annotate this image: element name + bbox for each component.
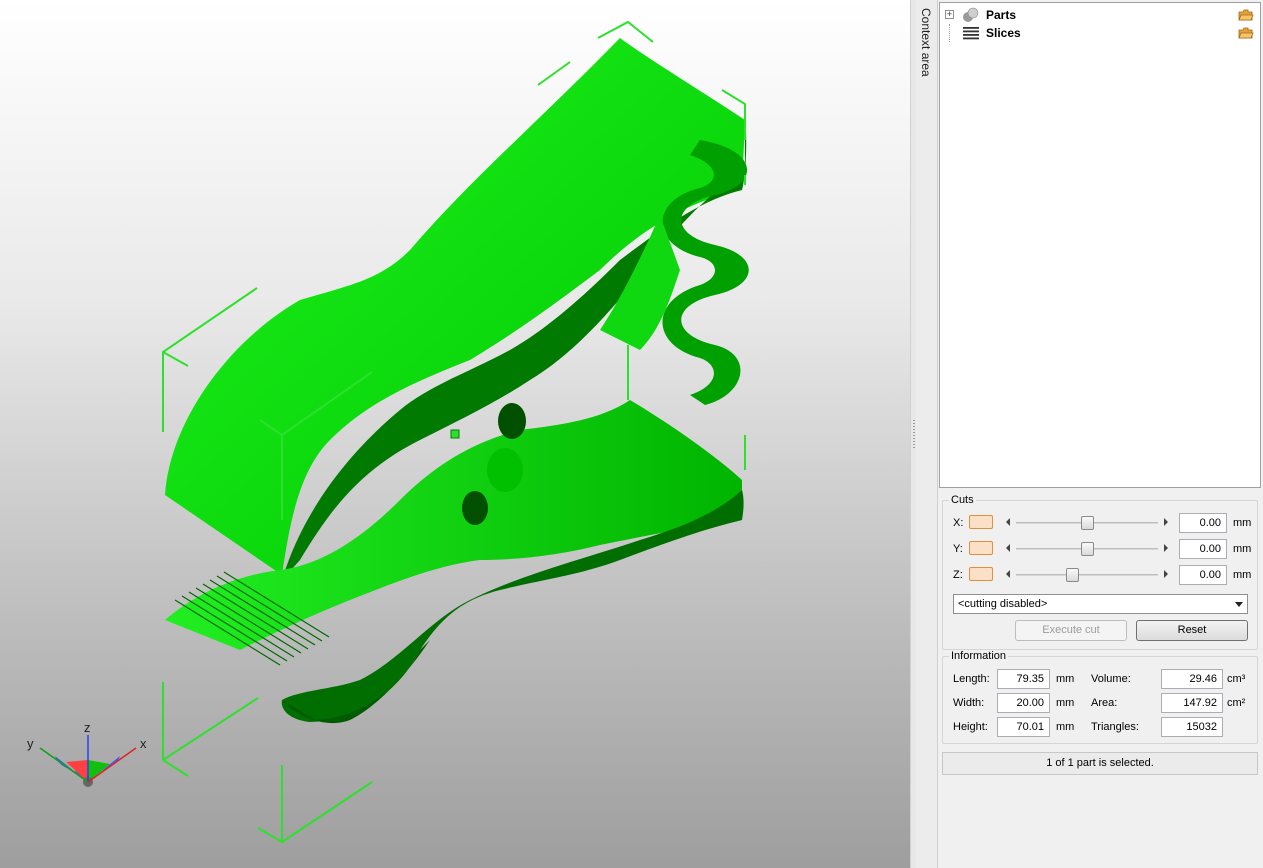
length-unit: mm	[1056, 673, 1075, 685]
height-value: 70.01	[997, 717, 1050, 737]
triangles-label: Triangles:	[1091, 721, 1139, 733]
cut-mode-value: <cutting disabled>	[958, 598, 1048, 610]
tree-item-slices[interactable]: Slices	[940, 24, 1260, 42]
slider-right-arrow-icon[interactable]	[1164, 570, 1168, 578]
cut-x-unit: mm	[1233, 517, 1252, 529]
slider-left-arrow-icon[interactable]	[1006, 544, 1010, 552]
reset-button[interactable]: Reset	[1136, 620, 1248, 641]
width-unit: mm	[1056, 697, 1075, 709]
length-label: Length:	[953, 673, 990, 685]
slices-icon	[963, 27, 979, 40]
width-value: 20.00	[997, 693, 1050, 713]
height-unit: mm	[1056, 721, 1075, 733]
cut-mode-select[interactable]: <cutting disabled>	[953, 594, 1248, 614]
folder-open-icon[interactable]	[1238, 9, 1254, 22]
model-pivot-marker[interactable]	[450, 429, 460, 439]
axis-label-y: y	[27, 736, 34, 751]
cuts-title: Cuts	[951, 494, 974, 506]
cut-z-input[interactable]: 0.00	[1179, 565, 1227, 585]
cut-y-color-swatch[interactable]	[969, 541, 993, 555]
selection-status: 1 of 1 part is selected.	[942, 752, 1258, 775]
model-hinge-hole-upper	[498, 403, 526, 439]
cut-z-label: Z:	[953, 569, 963, 581]
cut-y-unit: mm	[1233, 543, 1252, 555]
cut-z-unit: mm	[1233, 569, 1252, 581]
execute-cut-button[interactable]: Execute cut	[1015, 620, 1127, 641]
area-value: 147.92	[1161, 693, 1223, 713]
axis-gizmo[interactable]: z y x	[27, 720, 147, 787]
parts-icon	[963, 7, 979, 22]
tree-connector	[949, 24, 950, 42]
model-hinge-pin	[487, 448, 523, 492]
cut-y-input[interactable]: 0.00	[1179, 539, 1227, 559]
splitter-grip[interactable]	[913, 420, 915, 450]
context-area-tab[interactable]: Context area	[916, 0, 938, 868]
cut-x-color-swatch[interactable]	[969, 515, 993, 529]
slider-left-arrow-icon[interactable]	[1006, 518, 1010, 526]
width-label: Width:	[953, 697, 985, 709]
area-label: Area:	[1091, 697, 1118, 709]
slider-left-arrow-icon[interactable]	[1006, 570, 1010, 578]
slider-thumb[interactable]	[1066, 568, 1080, 582]
chevron-down-icon[interactable]	[1235, 602, 1243, 607]
cut-x-input[interactable]: 0.00	[1179, 513, 1227, 533]
cut-y-label: Y:	[953, 543, 963, 555]
tree-item-parts[interactable]: + Parts	[940, 6, 1260, 24]
cut-z-slider[interactable]	[1002, 568, 1172, 582]
slider-track[interactable]	[1016, 574, 1158, 576]
information-title: Information	[951, 650, 1007, 662]
model-render[interactable]: z y x	[0, 0, 910, 868]
volume-label: Volume:	[1091, 673, 1131, 685]
slider-thumb[interactable]	[1080, 516, 1094, 530]
parts-tree[interactable]: + Parts Slices	[939, 2, 1261, 488]
triangles-value: 15032	[1161, 717, 1223, 737]
cut-x-label: X:	[953, 517, 964, 529]
expand-icon[interactable]: +	[945, 10, 954, 19]
slider-thumb[interactable]	[1080, 542, 1094, 556]
cut-x-slider[interactable]	[1002, 516, 1172, 530]
volume-unit: cm³	[1227, 673, 1246, 685]
context-panel: + Parts Slices Cuts X: 0.00 mm Y: 0.00 m…	[938, 0, 1263, 868]
model-hinge-hole-lower	[462, 491, 488, 525]
3d-viewport[interactable]: z y x	[0, 0, 910, 868]
slider-right-arrow-icon[interactable]	[1164, 518, 1168, 526]
cut-y-slider[interactable]	[1002, 542, 1172, 556]
axis-label-z: z	[84, 720, 91, 735]
tree-item-label: Slices	[986, 26, 1021, 40]
volume-value: 29.46	[1161, 669, 1223, 689]
area-unit: cm²	[1227, 697, 1246, 709]
cut-z-color-swatch[interactable]	[969, 567, 993, 581]
height-label: Height:	[953, 721, 988, 733]
context-area-label: Context area	[919, 8, 933, 77]
length-value: 79.35	[997, 669, 1050, 689]
axis-label-x: x	[140, 736, 147, 751]
slider-right-arrow-icon[interactable]	[1164, 544, 1168, 552]
folder-open-icon[interactable]	[1238, 27, 1254, 40]
tree-item-label: Parts	[986, 8, 1017, 22]
